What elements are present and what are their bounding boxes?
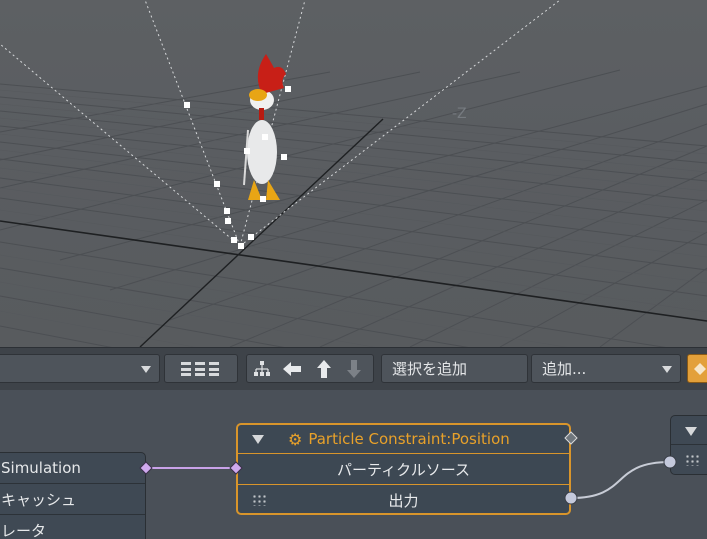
collapse-triangle-icon[interactable] — [685, 427, 697, 436]
grid-layout-icon — [181, 361, 219, 376]
diamond-icon — [694, 362, 706, 375]
gear-icon: ⚙ — [288, 429, 303, 449]
arrow-down-icon[interactable] — [341, 355, 367, 382]
navigation-group — [246, 354, 374, 383]
node-title: Particle Constraint:Position — [308, 430, 510, 448]
left-node-row[interactable]: Simulation — [0, 453, 145, 484]
hierarchy-icon[interactable] — [249, 355, 275, 382]
node-header[interactable]: ⚙ Particle Constraint:Position — [238, 425, 569, 454]
grip-handle-icon[interactable] — [252, 494, 266, 506]
arrow-left-icon[interactable] — [279, 355, 305, 382]
input-port-row[interactable]: パーティクルソース — [238, 454, 569, 485]
output-port-label: 出力 — [388, 491, 419, 510]
target-node[interactable] — [670, 415, 707, 475]
character-chicken[interactable] — [243, 54, 286, 200]
layout-button[interactable] — [164, 354, 238, 383]
left-dropdown[interactable] — [0, 354, 160, 383]
grip-handle-icon[interactable] — [685, 454, 699, 466]
chevron-down-icon — [141, 366, 151, 373]
particle-constraint-node[interactable]: ⚙ Particle Constraint:Position パーティクルソース… — [236, 423, 571, 515]
schematic-toolbar: 選択を追加 追加... — [0, 347, 707, 391]
output-port-row[interactable]: 出力 — [238, 485, 569, 515]
viewport-grid — [0, 0, 707, 347]
collapse-triangle-icon[interactable] — [252, 434, 264, 444]
left-node-row[interactable]: キャッシュ — [0, 484, 145, 515]
axis-label-neg-z: -Z — [452, 106, 467, 122]
arrow-up-icon[interactable] — [311, 355, 337, 382]
add-selection-button[interactable]: 選択を追加 — [381, 354, 528, 383]
simulation-node[interactable]: Simulation キャッシュ レータ — [0, 452, 146, 539]
chevron-down-icon — [662, 366, 672, 373]
accent-toggle-button[interactable] — [687, 354, 707, 383]
3d-viewport[interactable]: -Z — [0, 0, 707, 347]
node-graph[interactable]: Simulation キャッシュ レータ ⚙ Particle Constrai… — [0, 390, 707, 539]
input-port-label: パーティクルソース — [337, 460, 470, 479]
add-dropdown[interactable]: 追加... — [531, 354, 681, 383]
left-node-row[interactable]: レータ — [0, 515, 145, 539]
